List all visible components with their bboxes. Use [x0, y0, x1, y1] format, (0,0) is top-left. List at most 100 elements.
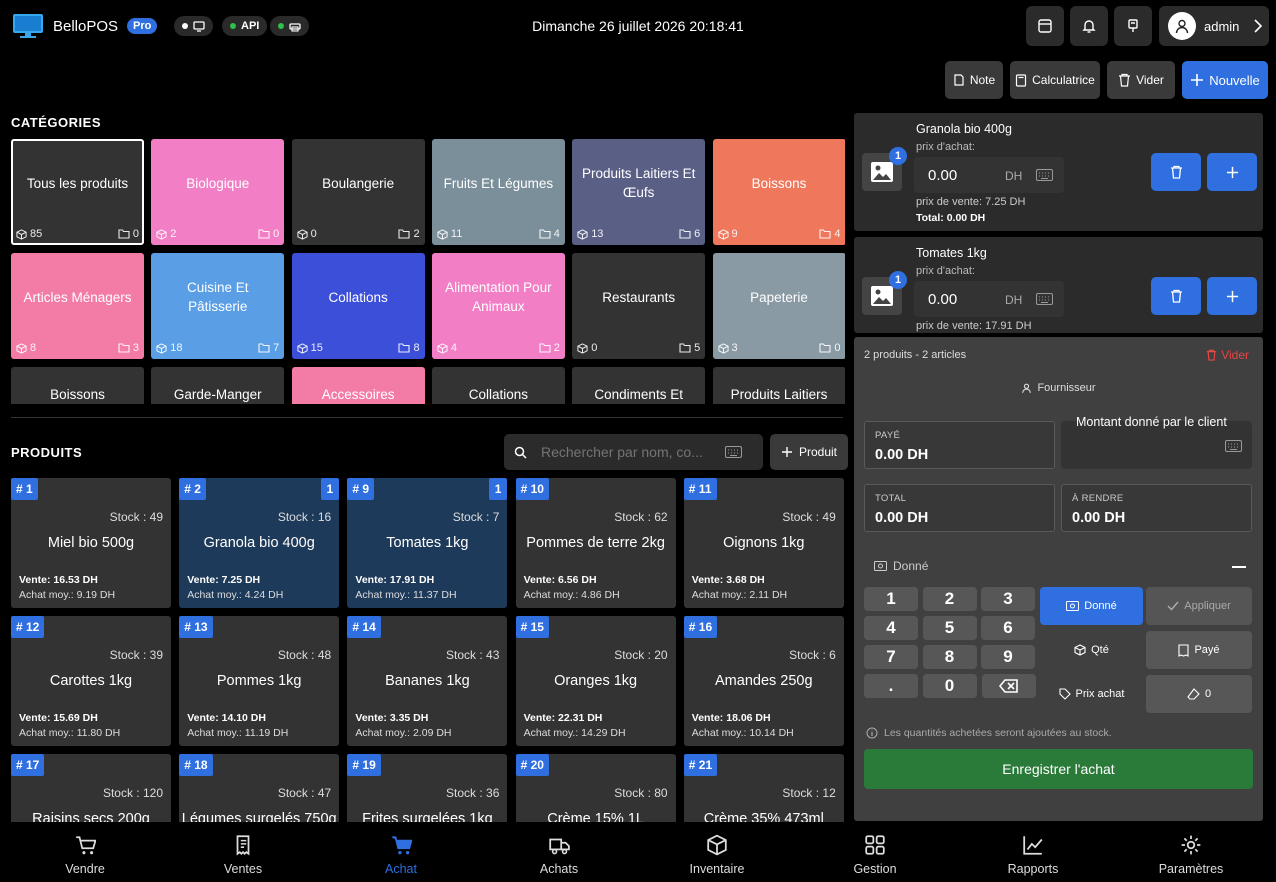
category-tile[interactable]: Fruits Et Légumes 11 4	[431, 139, 565, 245]
product-card[interactable]: # 19 Stock : 36 Frites surgelées 1kg	[347, 754, 508, 822]
product-card[interactable]: # 21 Stock : 12 Crème 35% 473ml	[683, 754, 844, 822]
product-average-cost: Achat moy.: 2.09 DH	[355, 727, 452, 739]
new-purchase-button[interactable]: Nouvelle	[1182, 61, 1268, 99]
category-tile[interactable]: Condiments Et	[572, 367, 706, 404]
increment-item-button[interactable]	[1207, 153, 1257, 191]
remove-item-button[interactable]	[1151, 277, 1201, 315]
purchase-price-mode-button[interactable]: Prix achat	[1040, 675, 1143, 713]
keypad-key[interactable]: 6	[981, 616, 1035, 640]
category-tile[interactable]: Accessoires	[291, 367, 425, 404]
category-name: Cuisine Et Pâtisserie	[187, 280, 249, 314]
category-tile[interactable]: Produits Laitiers Et Œufs 13 6	[572, 139, 706, 245]
clear-payment-button[interactable]: Vider	[1206, 348, 1249, 362]
category-tile[interactable]: Collations	[431, 367, 565, 404]
change-box: À RENDRE 0.00 DH	[1061, 484, 1252, 532]
product-stock: Stock : 49	[782, 510, 836, 524]
collapse-button[interactable]	[1232, 566, 1246, 568]
category-tile[interactable]: Papeterie 3 0	[712, 253, 845, 359]
product-card[interactable]: # 2 1 Stock : 16 Granola bio 400g Vente: 7.2…	[179, 478, 340, 608]
keypad-key[interactable]: .	[864, 674, 918, 698]
keypad-key[interactable]: 2	[922, 587, 977, 611]
nav-item-gestion[interactable]: Gestion	[796, 822, 954, 882]
category-tile[interactable]: Collations 15 8	[291, 253, 425, 359]
nav-item-achat[interactable]: Achat	[322, 822, 480, 882]
product-card[interactable]: # 10 Stock : 62 Pommes de terre 2kg Vente: …	[515, 478, 676, 608]
purchase-price-label: prix d'achat:	[916, 141, 975, 153]
keypad-key[interactable]: 5	[922, 616, 977, 640]
note-button[interactable]: Note	[945, 61, 1003, 99]
product-card[interactable]: # 9 1 Stock : 7 Tomates 1kg Vente: 17.91 DH A…	[347, 478, 508, 608]
product-card[interactable]: # 18 Stock : 47 Légumes surgelés 750g	[179, 754, 340, 822]
category-tile[interactable]: Biologique 2 0	[151, 139, 285, 245]
product-card[interactable]: # 20 Stock : 80 Crème 15% 1L	[515, 754, 676, 822]
search-input[interactable]	[541, 444, 711, 460]
api-status-pill[interactable]: API	[222, 16, 268, 36]
category-tile[interactable]: Garde-Manger	[151, 367, 285, 404]
keypad-key[interactable]: 7	[864, 645, 918, 669]
category-tile[interactable]: Boissons	[11, 367, 144, 404]
keypad-key[interactable]: 4	[864, 616, 918, 640]
keyboard-icon[interactable]	[725, 446, 742, 458]
quantity-mode-button[interactable]: Qté	[1040, 631, 1143, 669]
keypad-key[interactable]: 8	[922, 645, 977, 669]
category-name: Alimentation Pour Animaux	[445, 280, 552, 314]
category-tile[interactable]: Restaurants 0 5	[572, 253, 706, 359]
product-card[interactable]: # 11 Stock : 49 Oignons 1kg Vente: 3.68 DH A…	[683, 478, 844, 608]
category-tile[interactable]: Tous les produits 85 0	[11, 139, 144, 245]
tag-icon	[1058, 688, 1071, 700]
keyboard-icon[interactable]	[1036, 169, 1053, 181]
category-tile[interactable]: Alimentation Pour Animaux 4 2	[431, 253, 565, 359]
nav-item-rapports[interactable]: Rapports	[954, 822, 1112, 882]
product-card[interactable]: # 17 Stock : 120 Raisins secs 200g	[11, 754, 171, 822]
category-tile[interactable]: Boulangerie 0 2	[291, 139, 425, 245]
nav-item-paramètres[interactable]: Paramètres	[1112, 822, 1270, 882]
increment-item-button[interactable]	[1207, 277, 1257, 315]
supplier-selector[interactable]: Fournisseur	[854, 382, 1263, 394]
apply-button[interactable]: Appliquer	[1146, 587, 1252, 625]
nav-item-ventes[interactable]: Ventes	[164, 822, 322, 882]
product-card[interactable]: # 15 Stock : 20 Oranges 1kg Vente: 22.31 DH…	[515, 616, 676, 746]
keypad-key[interactable]: 1	[864, 587, 918, 611]
keypad-key[interactable]: 9	[981, 645, 1035, 669]
purchase-price-input[interactable]: 0.00 DH	[914, 157, 1064, 193]
keypad-key[interactable]: 3	[981, 587, 1035, 611]
keyboard-icon[interactable]	[1036, 293, 1053, 305]
clear-cart-button[interactable]: Vider	[1107, 61, 1175, 99]
add-product-button[interactable]: Produit	[770, 434, 848, 470]
backspace-key[interactable]	[982, 674, 1036, 698]
category-tile[interactable]: Articles Ménagers 8 3	[11, 253, 144, 359]
keyboard-toggle-button[interactable]	[1114, 6, 1152, 46]
product-card[interactable]: # 1 Stock : 49 Miel bio 500g Vente: 16.53 D…	[11, 478, 171, 608]
given-amount-field[interactable]: Montant donné par le client	[1061, 415, 1252, 469]
keypad-key[interactable]: 0	[922, 674, 977, 698]
category-tile[interactable]: Boissons 9 4	[712, 139, 845, 245]
remove-item-button[interactable]	[1151, 153, 1201, 191]
product-card[interactable]: # 14 Stock : 43 Bananes 1kg Vente: 3.35 DH A…	[347, 616, 508, 746]
product-search[interactable]	[504, 434, 763, 470]
printer-status-pill[interactable]	[270, 16, 309, 36]
calculator-button[interactable]: Calculatrice	[1010, 61, 1100, 99]
product-name: Pommes 1kg	[216, 673, 302, 689]
product-card[interactable]: # 16 Stock : 6 Amandes 250g Vente: 18.06 DH…	[683, 616, 844, 746]
product-average-cost: Achat moy.: 10.14 DH	[691, 727, 794, 739]
category-tile[interactable]: Produits Laitiers	[712, 367, 845, 404]
nav-item-inventaire[interactable]: Inventaire	[638, 822, 796, 882]
user-menu-button[interactable]: admin	[1159, 6, 1269, 46]
keyboard-icon[interactable]	[1225, 440, 1242, 452]
notifications-button[interactable]	[1070, 6, 1108, 46]
category-grid: Tous les produits 85 0 Biologique 2 0 Boulange…	[11, 139, 845, 404]
given-button[interactable]: Donné	[1040, 587, 1143, 625]
purchase-price-input[interactable]: 0.00 DH	[914, 281, 1064, 317]
product-card[interactable]: # 12 Stock : 39 Carottes 1kg Vente: 15.69 D…	[11, 616, 171, 746]
discount-button[interactable]: 0	[1146, 675, 1252, 713]
register-purchase-button[interactable]: Enregistrer l'achat	[864, 749, 1253, 789]
product-card[interactable]: # 13 Stock : 48 Pommes 1kg Vente: 14.10 DH A…	[179, 616, 340, 746]
paid-mode-button[interactable]: Payé	[1146, 631, 1252, 669]
product-number: # 20	[515, 754, 549, 776]
nav-item-vendre[interactable]: Vendre	[6, 822, 164, 882]
nav-item-achats[interactable]: Achats	[480, 822, 638, 882]
subcategory-count: 8	[398, 342, 420, 354]
window-button[interactable]	[1026, 6, 1064, 46]
category-tile[interactable]: Cuisine Et Pâtisserie 18 7	[151, 253, 285, 359]
display-status-pill[interactable]	[174, 16, 213, 36]
